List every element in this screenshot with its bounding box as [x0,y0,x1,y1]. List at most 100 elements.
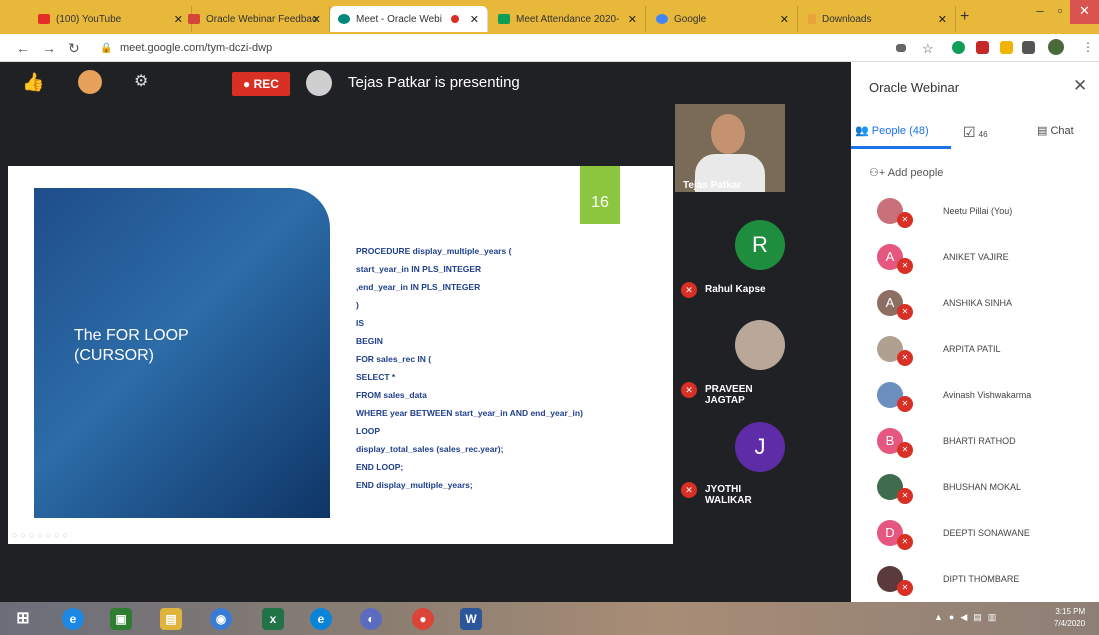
meet-icon [338,14,350,24]
url-field[interactable]: meet.google.com/tym-dczi-dwp [120,42,272,54]
settings-gear-icon[interactable]: ⚙ [134,71,148,91]
participant-row[interactable]: ✕ ARPITA PATIL [851,328,1099,374]
people-icon: 👥 [855,125,869,137]
active-tab-indicator [851,146,951,149]
app-icon[interactable]: ◉ [210,608,232,630]
chrome-icon[interactable]: ● [412,608,434,630]
meet-top-bar: 👍 ⚙ ● REC Tejas Patkar is presenting [0,62,851,104]
tab-feedback[interactable]: Oracle Webinar Feedbac ✕ [180,6,330,32]
clock-time: 3:15 PM [1055,607,1086,616]
close-icon[interactable]: ✕ [312,13,321,26]
extension-icon[interactable] [952,41,965,54]
windows-start-icon[interactable]: ⊞ [12,608,34,630]
close-window-button[interactable]: ✕ [1070,0,1099,24]
code-line: ) [356,300,359,310]
participant-tile-rahul[interactable]: R ✕ Rahul Kapse [675,192,785,298]
close-icon[interactable]: ✕ [780,13,789,26]
new-tab-button[interactable]: + [960,8,969,26]
participant-row[interactable]: ✕ Neetu Pillai (You) [851,190,1099,236]
tab-title: Oracle Webinar Feedbac [206,13,317,25]
eclipse-icon[interactable]: ◐ [360,608,382,630]
mic-off-icon: ✕ [681,482,697,498]
clock[interactable]: 3:15 PM 7/4/2020 [1054,606,1085,630]
close-panel-icon[interactable]: ✕ [1073,76,1087,96]
tab-youtube[interactable]: (100) YouTube ✕ [30,6,192,32]
puzzle-icon[interactable] [1022,41,1035,54]
mic-off-icon: ✕ [681,382,697,398]
system-tray[interactable]: ▲●◀▤▥ [934,612,1002,623]
forward-icon[interactable]: → [42,40,56,56]
extension-icon[interactable] [976,41,989,54]
mic-off-icon: ✕ [681,282,697,298]
back-icon[interactable]: ← [16,40,30,56]
excel-icon[interactable]: x [262,608,284,630]
rec-label: REC [253,77,279,91]
participant-name: ANIKET VAJIRE [943,252,1009,262]
participant-row[interactable]: D ✕ DEEPTI SONAWANE [851,512,1099,558]
code-line: ,end_year_in IN PLS_INTEGER [356,282,481,292]
participant-tile-tejas[interactable]: Tejas Patkar [675,104,785,192]
raise-hand-icon[interactable]: 👍 [22,72,44,93]
reload-icon[interactable]: ↻ [68,40,80,57]
word-icon[interactable]: W [460,608,482,630]
code-line: IS [356,318,365,328]
participant-row[interactable]: ✕ Avinash Vishwakarma [851,374,1099,420]
participant-row[interactable]: B ✕ BHARTI RATHOD [851,420,1099,466]
edge-icon[interactable]: e [310,608,332,630]
minimize-button[interactable]: – [1030,0,1050,24]
slide-title: The FOR LOOP (CURSOR) [74,326,274,366]
tab-chat[interactable]: ▤ Chat [1037,124,1074,137]
participant-row[interactable]: ✕ DIPTI THOMBARE [851,558,1099,604]
mic-off-icon: ✕ [897,304,913,320]
video-person [711,114,745,154]
participant-tile-praveen[interactable]: ✕ PRAVEEN JAGTAP [675,302,785,406]
code-line: SELECT * [356,372,396,382]
browser-tab-bar: (100) YouTube ✕ Oracle Webinar Feedbac ✕… [0,0,1099,34]
participant-avatar [735,320,785,370]
tab-google[interactable]: Google ✕ [648,6,798,32]
tab-tasks[interactable]: ☑ 46 [963,124,988,141]
add-person-icon: ⚇+ [869,167,886,179]
star-icon[interactable]: ☆ [922,41,934,57]
extension-icon[interactable] [1000,41,1013,54]
tab-people-label: People (48) [871,125,929,137]
tab-title: Meet - Oracle Webi [356,13,442,25]
participant-avatar: J [735,422,785,472]
code-line: WHERE year BETWEEN start_year_in AND end… [356,408,583,418]
close-icon[interactable]: ✕ [628,13,637,26]
mic-off-icon: ✕ [897,534,913,550]
participant-row[interactable]: ✕ BHUSHAN MOKAL [851,466,1099,512]
participant-avatar: R [735,220,785,270]
tab-downloads[interactable]: Downloads ✕ [800,6,956,32]
code-line: END LOOP; [356,462,404,472]
windows-taskbar: ⊞ e ▣ ▤ ◉ x e ◐ ● W ▲●◀▤▥ 3:15 PM 7/4/20… [0,602,1099,635]
tab-meet[interactable]: Meet - Oracle Webi ✕ [330,6,488,32]
gmail-icon [188,14,200,24]
panel-title: Oracle Webinar [869,80,960,95]
slide-controls[interactable]: ○○○○○○○ [12,530,71,540]
maximize-button[interactable]: ▫ [1050,0,1070,24]
menu-kebab-icon[interactable]: ⋮ [1082,40,1094,54]
store-icon[interactable]: ▣ [110,608,132,630]
tab-title: Meet Attendance 2020- [516,13,620,25]
participant-row[interactable]: A ✕ ANSHIKA SINHA [851,282,1099,328]
mic-off-icon: ✕ [897,350,913,366]
profile-avatar[interactable] [1048,39,1064,55]
camera-icon[interactable] [896,44,906,52]
participant-name: BHARTI RATHOD [943,436,1016,446]
ie-icon[interactable]: e [62,608,84,630]
recording-dot-icon [451,15,459,23]
tab-people[interactable]: 👥 People (48) [855,124,929,137]
close-icon[interactable]: ✕ [470,13,479,26]
tab-attendance[interactable]: Meet Attendance 2020- ✕ [490,6,646,32]
participant-row[interactable]: A ✕ ANIKET VAJIRE [851,236,1099,282]
mic-off-icon: ✕ [897,258,913,274]
self-avatar[interactable] [78,70,102,94]
participant-tile-jyothi[interactable]: J ✕ JYOTHI WALIKAR [675,408,785,508]
code-line: start_year_in IN PLS_INTEGER [356,264,482,274]
mic-off-icon: ✕ [897,442,913,458]
close-icon[interactable]: ✕ [938,13,947,26]
add-people-button[interactable]: ⚇+ Add people [869,166,943,179]
clock-date: 7/4/2020 [1054,619,1086,628]
file-explorer-icon[interactable]: ▤ [160,608,182,630]
